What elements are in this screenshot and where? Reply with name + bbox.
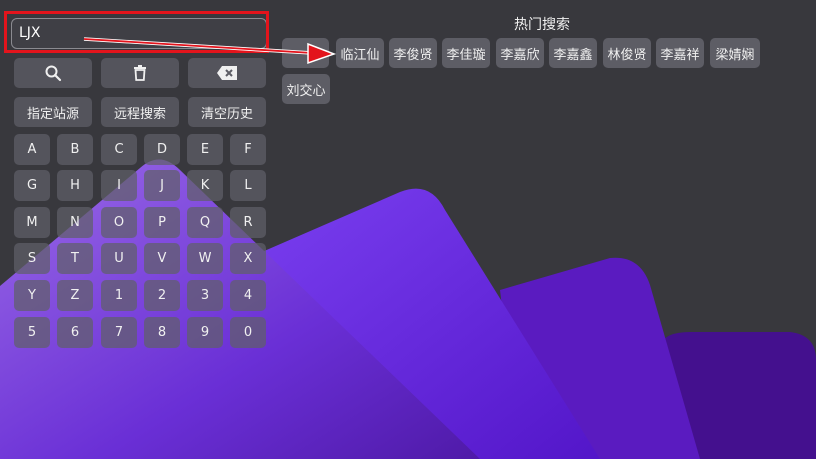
hot-search-chip[interactable]: 李俊贤 [389, 38, 437, 68]
key-k[interactable]: K [187, 170, 223, 201]
search-icon [45, 65, 62, 82]
key-9[interactable]: 9 [187, 317, 223, 348]
key-4[interactable]: 4 [230, 280, 266, 311]
key-1[interactable]: 1 [101, 280, 137, 311]
key-t[interactable]: T [57, 243, 93, 274]
key-j[interactable]: J [144, 170, 180, 201]
key-c[interactable]: C [101, 134, 137, 165]
hot-search-chip[interactable]: 刘交心 [282, 74, 330, 104]
key-w[interactable]: W [187, 243, 223, 274]
key-7[interactable]: 7 [101, 317, 137, 348]
key-6[interactable]: 6 [57, 317, 93, 348]
key-p[interactable]: P [144, 207, 180, 238]
key-a[interactable]: A [14, 134, 50, 165]
key-2[interactable]: 2 [144, 280, 180, 311]
hot-search-chip[interactable]: 临江仙 [336, 38, 384, 68]
key-z[interactable]: Z [57, 280, 93, 311]
hot-search-chip[interactable]: 李嘉欣 [496, 38, 544, 68]
choose-source-button[interactable]: 指定站源 [14, 97, 92, 127]
search-input[interactable]: LJX [11, 18, 267, 49]
key-x[interactable]: X [230, 243, 266, 274]
key-o[interactable]: O [101, 207, 137, 238]
backspace-button[interactable] [188, 58, 266, 88]
key-e[interactable]: E [187, 134, 223, 165]
backspace-icon [217, 66, 237, 80]
key-n[interactable]: N [57, 207, 93, 238]
hot-search-chip[interactable] [282, 38, 329, 68]
key-q[interactable]: Q [187, 207, 223, 238]
hot-search-chip[interactable]: 李嘉祥 [656, 38, 704, 68]
hot-search-chip[interactable]: 李佳璇 [442, 38, 490, 68]
remote-search-button[interactable]: 远程搜索 [101, 97, 179, 127]
key-h[interactable]: H [57, 170, 93, 201]
key-f[interactable]: F [230, 134, 266, 165]
key-m[interactable]: M [14, 207, 50, 238]
key-i[interactable]: I [101, 170, 137, 201]
key-b[interactable]: B [57, 134, 93, 165]
delete-button[interactable] [101, 58, 179, 88]
hot-search-chip[interactable]: 李嘉鑫 [549, 38, 597, 68]
trash-icon [134, 65, 146, 81]
key-u[interactable]: U [101, 243, 137, 274]
key-5[interactable]: 5 [14, 317, 50, 348]
hot-search-chip[interactable]: 梁婧娴 [710, 38, 760, 68]
key-3[interactable]: 3 [187, 280, 223, 311]
key-8[interactable]: 8 [144, 317, 180, 348]
key-y[interactable]: Y [14, 280, 50, 311]
search-button[interactable] [14, 58, 92, 88]
key-0[interactable]: 0 [230, 317, 266, 348]
key-g[interactable]: G [14, 170, 50, 201]
key-l[interactable]: L [230, 170, 266, 201]
key-s[interactable]: S [14, 243, 50, 274]
key-r[interactable]: R [230, 207, 266, 238]
clear-history-button[interactable]: 清空历史 [188, 97, 266, 127]
hot-search-title: 热门搜索 [514, 17, 570, 33]
hot-search-chip[interactable]: 林俊贤 [603, 38, 651, 68]
key-v[interactable]: V [144, 243, 180, 274]
key-d[interactable]: D [144, 134, 180, 165]
